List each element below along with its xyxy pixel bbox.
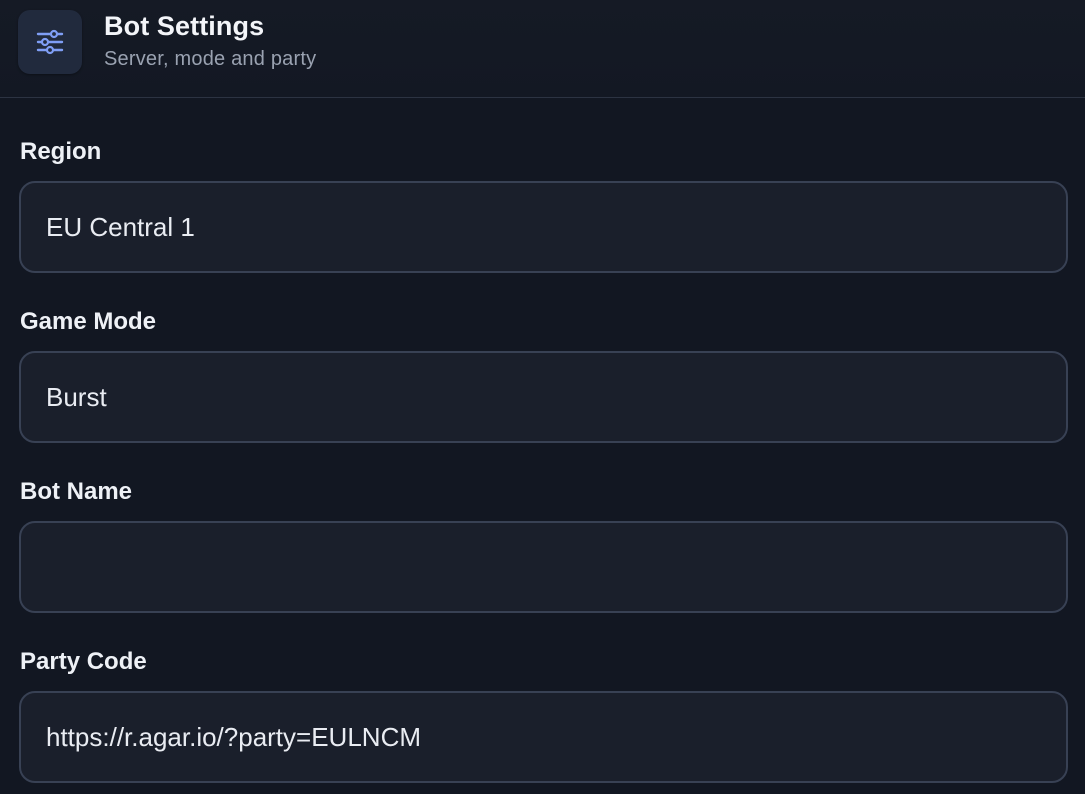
region-input[interactable]	[19, 181, 1068, 273]
party-code-input[interactable]	[19, 691, 1068, 783]
panel-title: Bot Settings	[104, 11, 265, 41]
party-code-label: Party Code	[20, 648, 147, 675]
game-mode-label: Game Mode	[20, 308, 157, 335]
game-mode-input[interactable]	[19, 351, 1068, 443]
sliders-icon	[36, 29, 64, 55]
bot-name-input[interactable]	[19, 521, 1068, 613]
bot-settings-panel: Bot Settings Server, mode and party Regi…	[0, 0, 1085, 794]
settings-icon-tile	[18, 10, 82, 74]
region-label: Region	[20, 138, 102, 165]
panel-header: Bot Settings Server, mode and party	[0, 0, 1085, 98]
bot-name-label: Bot Name	[20, 478, 133, 505]
panel-subtitle: Server, mode and party	[104, 48, 317, 70]
